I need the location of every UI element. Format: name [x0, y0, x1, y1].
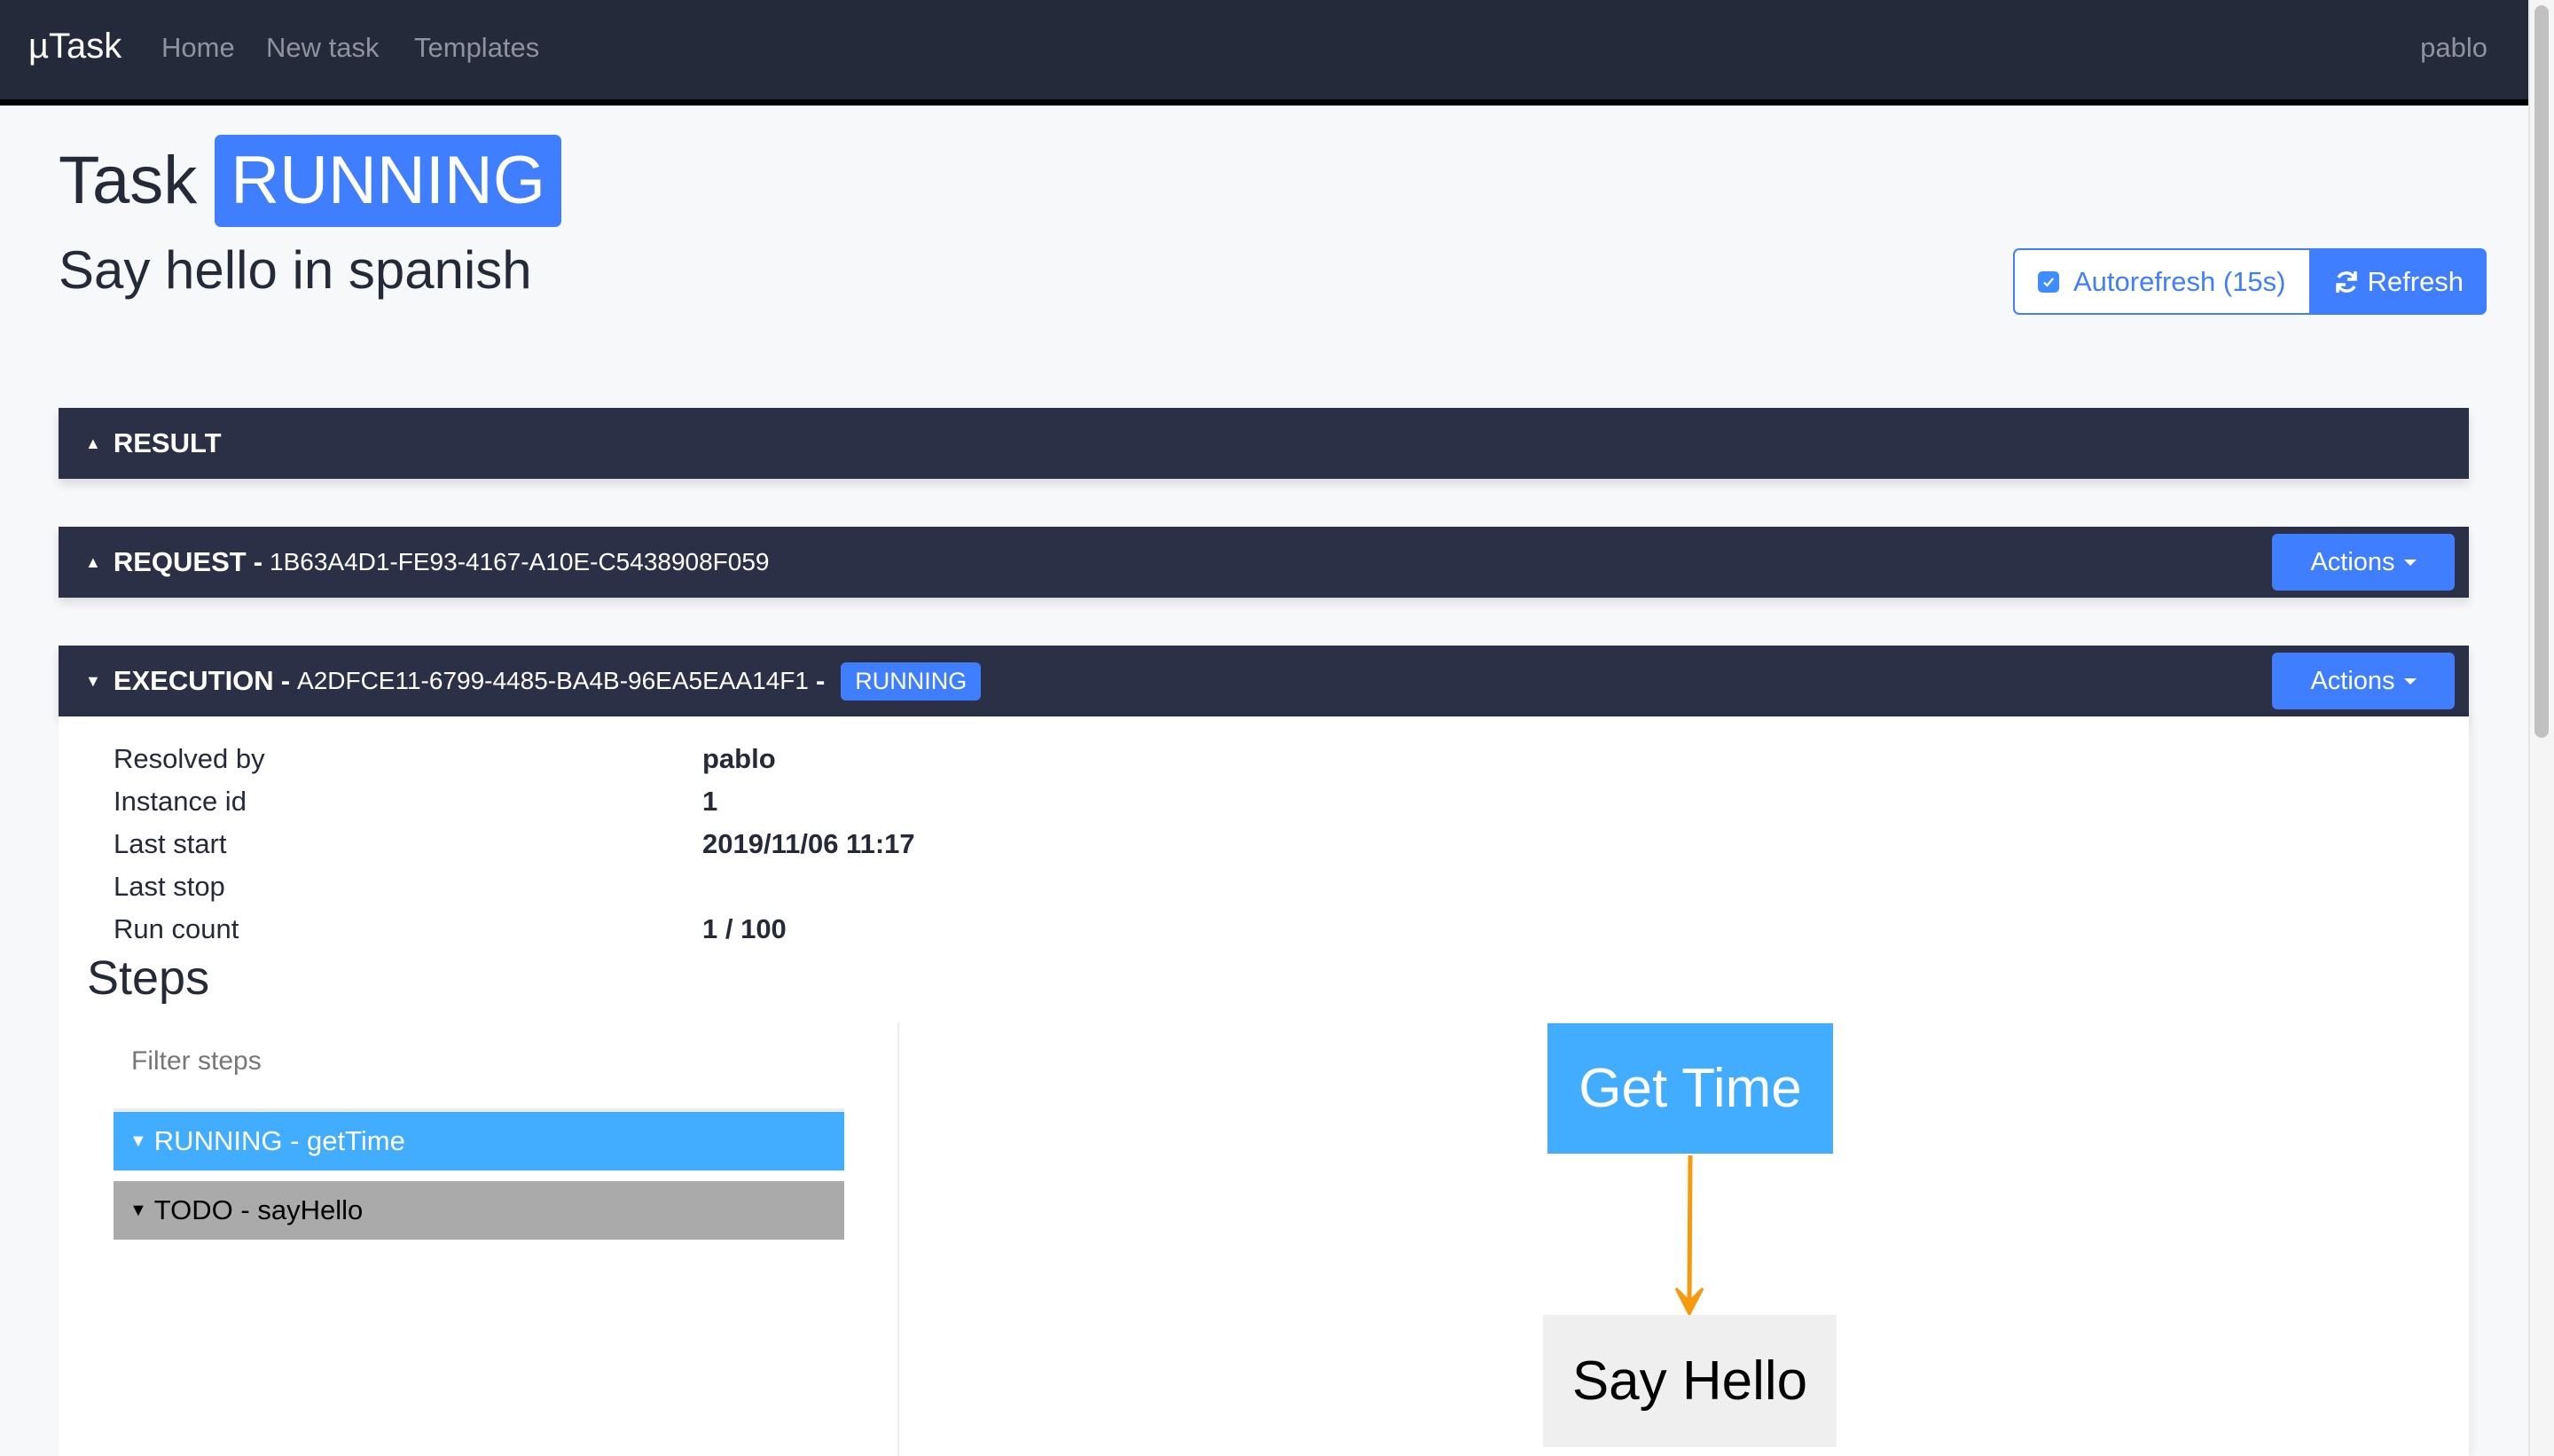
filter-steps-input[interactable]: [114, 1034, 860, 1089]
scrollbar-thumb[interactable]: [2534, 5, 2549, 738]
step-item-sayhello[interactable]: ▼ TODO - sayHello: [114, 1181, 844, 1240]
execution-panel-title: EXECUTION: [113, 665, 274, 696]
nav-link-templates[interactable]: Templates: [414, 32, 539, 64]
autorefresh-checkbox[interactable]: [2038, 270, 2059, 293]
task-title: Say hello in spanish: [59, 240, 532, 300]
autorefresh-toggle[interactable]: Autorefresh (15s): [2013, 248, 2309, 315]
execution-state-badge: RUNNING: [841, 661, 982, 701]
request-actions-button[interactable]: Actions: [2272, 534, 2455, 591]
detail-value: 1: [702, 786, 718, 817]
page-title-text: Task: [59, 143, 198, 218]
caret-down-icon: [2403, 677, 2417, 685]
step-label: RUNNING - getTime: [153, 1125, 405, 1156]
execution-actions-button[interactable]: Actions: [2272, 653, 2455, 709]
user-menu[interactable]: pablo: [2420, 32, 2487, 64]
request-id: 1B63A4D1-FE93-4167-A10E-C5438908F059: [270, 548, 770, 575]
detail-label: Last stop: [114, 871, 225, 902]
graph-node-say-hello[interactable]: Say Hello: [1543, 1315, 1837, 1447]
navbar: µTask Home New task Templates pablo: [0, 0, 2528, 106]
caret-down-icon: ▼: [85, 671, 101, 690]
refresh-icon: [2335, 270, 2357, 293]
step-label: TODO - sayHello: [153, 1194, 364, 1225]
detail-value: 2019/11/06 11:17: [702, 828, 915, 859]
result-panel-header[interactable]: ▲ RESULT: [59, 408, 2469, 479]
nav-link-home[interactable]: Home: [161, 32, 235, 64]
caret-down-icon: [2403, 559, 2417, 566]
result-panel-title: RESULT: [113, 427, 222, 458]
detail-label: Last start: [114, 828, 227, 859]
separator: -: [280, 665, 291, 696]
detail-value: pablo: [702, 743, 776, 774]
detail-label: Run count: [114, 913, 239, 944]
steps-heading: Steps: [87, 951, 210, 1005]
execution-id: A2DFCE11-6799-4485-BA4B-96EA5EAA14F1: [297, 667, 809, 694]
actions-label: Actions: [2310, 666, 2395, 695]
request-panel-header[interactable]: ▲ REQUEST - 1B63A4D1-FE93-4167-A10E-C543…: [59, 527, 2469, 598]
page-title: Task RUNNING: [59, 133, 561, 229]
steps-divider: [897, 1022, 899, 1456]
arrow-head-icon: [1674, 1287, 1704, 1318]
execution-panel-header[interactable]: ▼ EXECUTION - A2DFCE11-6799-4485-BA4B-96…: [59, 646, 2469, 716]
graph-node-get-time[interactable]: Get Time: [1547, 1023, 1833, 1154]
separator: -: [815, 665, 826, 696]
nav-link-new-task[interactable]: New task: [266, 32, 379, 64]
caret-up-icon: ▲: [85, 552, 101, 571]
caret-up-icon: ▲: [85, 434, 101, 452]
check-icon: [2043, 277, 2054, 287]
detail-value: 1 / 100: [702, 913, 787, 944]
autorefresh-label: Autorefresh (15s): [2073, 265, 2286, 297]
execution-panel-body: Resolved by pablo Instance id 1 Last sta…: [59, 716, 2469, 1456]
caret-down-icon: ▼: [129, 1200, 147, 1220]
brand-logo[interactable]: µTask: [28, 27, 121, 67]
caret-down-icon: ▼: [129, 1131, 147, 1151]
request-panel-title: REQUEST: [113, 546, 247, 577]
graph-edge-gettime-sayhello: [1687, 1155, 1693, 1303]
separator: -: [253, 546, 263, 577]
refresh-group: Autorefresh (15s) Refresh: [2013, 248, 2487, 315]
refresh-label: Refresh: [2367, 265, 2464, 297]
step-item-gettime[interactable]: ▼ RUNNING - getTime: [114, 1108, 844, 1170]
task-state-badge: RUNNING: [215, 135, 561, 227]
detail-label: Resolved by: [114, 743, 265, 774]
actions-label: Actions: [2310, 547, 2395, 576]
detail-label: Instance id: [114, 786, 247, 817]
refresh-button[interactable]: Refresh: [2308, 248, 2487, 315]
